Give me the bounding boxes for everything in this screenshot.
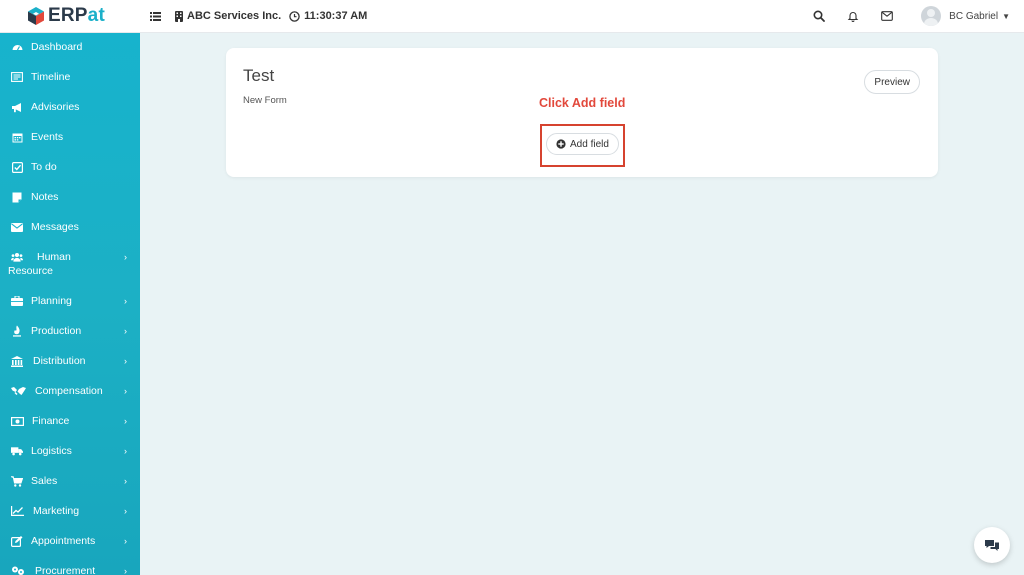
sidebar: Dashboard Timeline Advisories Events To … [0,33,140,575]
chevron-right-icon: › [124,536,127,546]
bank-icon [11,355,23,367]
sidebar-item-label: Procurement [35,565,96,575]
mail-icon[interactable] [879,8,895,24]
chevron-right-icon: › [124,252,127,262]
sidebar-item-label: Finance [32,415,70,427]
sidebar-item-label: To do [31,161,57,173]
logo-cube-icon [26,6,46,26]
procurement-icon [11,565,25,575]
money-icon [11,415,24,427]
sidebar-item-label: Messages [31,221,79,233]
sidebar-item-timeline[interactable]: Timeline [0,62,140,92]
brand-part2: at [87,5,105,26]
sidebar-item-events[interactable]: Events [0,122,140,152]
sidebar-item-label: Notes [31,191,59,203]
topbar-left: ABC Services Inc. 11:30:37 AM [150,10,367,22]
sidebar-item-compensation[interactable]: Compensation › [0,376,140,406]
sidebar-item-label: Logistics [31,445,72,457]
form-card: Test New Form Preview Click Add field Ad… [226,48,938,177]
clock-icon [289,10,300,22]
sidebar-item-appointments[interactable]: Appointments › [0,526,140,556]
preview-button[interactable]: Preview [864,70,920,94]
annotation-text: Click Add field [539,96,626,110]
chevron-right-icon: › [124,506,127,516]
handshake-icon [11,385,26,397]
sidebar-item-label: Events [31,131,64,143]
search-icon[interactable] [811,8,827,24]
chevron-right-icon: › [124,326,127,336]
sidebar-item-label: Sales [31,475,58,487]
sidebar-item-label: Marketing [33,505,80,517]
add-field-button[interactable]: Add field [546,133,619,155]
sidebar-item-messages[interactable]: Messages [0,212,140,242]
user-name[interactable]: BC Gabriel [949,11,998,22]
envelope-icon [11,221,23,233]
sidebar-item-notes[interactable]: Notes [0,182,140,212]
building-icon [175,10,183,22]
chevron-right-icon: › [124,446,127,456]
sidebar-item-label: Distribution [33,355,86,367]
form-title: Test [243,66,275,85]
sidebar-item-label: Dashboard [31,41,83,53]
sidebar-item-procurement[interactable]: Procurement › [0,556,140,575]
sidebar-item-human-resource[interactable]: Human Resource › [0,242,140,286]
chevron-right-icon: › [124,386,127,396]
chevron-down-icon[interactable]: ▼ [1002,12,1010,21]
brand-logo[interactable]: ERPat [0,0,140,33]
chevron-right-icon: › [124,356,127,366]
note-icon [11,191,23,203]
topbar-right: BC Gabriel ▼ [793,6,1024,26]
flame-icon [11,325,23,337]
sidebar-item-marketing[interactable]: Marketing › [0,496,140,526]
hamburger-icon[interactable] [150,11,161,21]
line-chart-icon [11,505,24,517]
chat-button[interactable] [974,527,1010,563]
plus-circle-icon [556,139,566,149]
chevron-right-icon: › [124,416,127,426]
sidebar-item-label: Timeline [31,71,71,83]
chat-icon [984,539,1000,552]
sidebar-item-planning[interactable]: Planning › [0,286,140,316]
sidebar-item-logistics[interactable]: Logistics › [0,436,140,466]
chevron-right-icon: › [124,296,127,306]
form-subtitle: New Form [243,95,287,106]
sidebar-item-production[interactable]: Production › [0,316,140,346]
brand-part1: ERP [48,5,88,26]
brand-name: ERPat [48,5,105,27]
chevron-right-icon: › [124,566,127,575]
calendar-icon [11,131,23,143]
dashboard-icon [11,41,23,53]
sidebar-item-distribution[interactable]: Distribution › [0,346,140,376]
sidebar-item-sales[interactable]: Sales › [0,466,140,496]
sidebar-item-label-line1: Human [37,251,71,263]
briefcase-icon [11,295,23,307]
clock-time: 11:30:37 AM [304,10,368,22]
sidebar-item-label-line2: Resource [8,265,53,277]
sidebar-item-label: Production [31,325,82,337]
add-field-label: Add field [570,138,609,150]
edit-icon [11,535,23,547]
sidebar-item-label: Appointments [31,535,96,547]
check-square-icon [11,161,23,173]
sidebar-item-todo[interactable]: To do [0,152,140,182]
bell-icon[interactable] [845,8,861,24]
main-content: Test New Form Preview Click Add field Ad… [140,33,1024,575]
users-icon [11,251,23,263]
top-bar: ERPat ABC Services Inc. 11:30:37 AM BC G… [0,0,1024,33]
truck-icon [11,445,23,457]
megaphone-icon [11,101,23,113]
sidebar-item-dashboard[interactable]: Dashboard [0,33,140,62]
sidebar-item-advisories[interactable]: Advisories [0,92,140,122]
chevron-right-icon: › [124,476,127,486]
sidebar-item-label: Advisories [31,101,80,113]
sidebar-item-label: Planning [31,295,72,307]
sidebar-item-finance[interactable]: Finance › [0,406,140,436]
user-avatar[interactable] [921,6,942,26]
sidebar-item-label: Compensation [35,385,103,397]
company-name[interactable]: ABC Services Inc. [187,10,281,22]
cart-icon [11,475,23,487]
timeline-icon [11,71,23,83]
